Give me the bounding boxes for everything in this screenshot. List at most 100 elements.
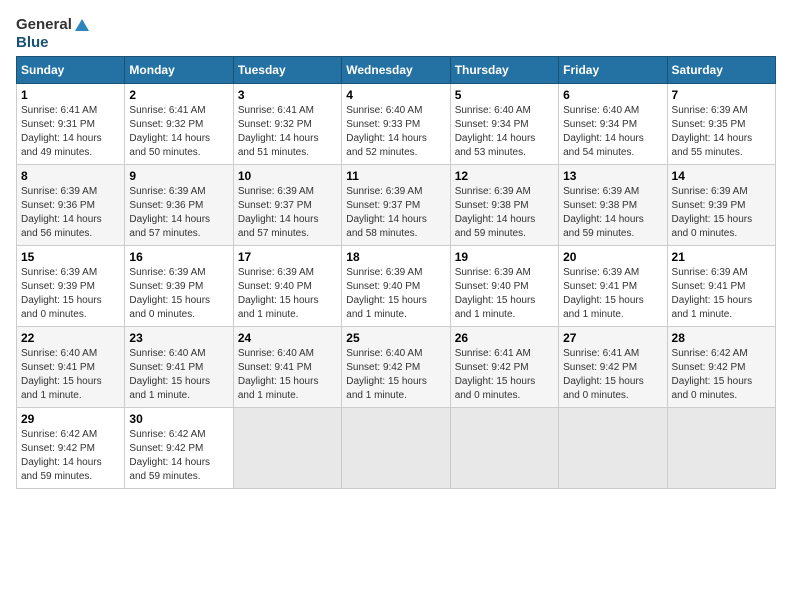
day-number: 2 <box>129 88 228 102</box>
day-info: Sunrise: 6:39 AMSunset: 9:37 PMDaylight:… <box>346 186 427 239</box>
calendar-cell: 8 Sunrise: 6:39 AMSunset: 9:36 PMDayligh… <box>17 165 125 246</box>
day-info: Sunrise: 6:42 AMSunset: 9:42 PMDaylight:… <box>672 348 753 401</box>
calendar-cell: 18 Sunrise: 6:39 AMSunset: 9:40 PMDaylig… <box>342 246 450 327</box>
col-header-monday: Monday <box>125 57 233 84</box>
calendar-week-row: 22 Sunrise: 6:40 AMSunset: 9:41 PMDaylig… <box>17 327 776 408</box>
day-info: Sunrise: 6:40 AMSunset: 9:42 PMDaylight:… <box>346 348 427 401</box>
calendar-cell: 29 Sunrise: 6:42 AMSunset: 9:42 PMDaylig… <box>17 408 125 489</box>
day-info: Sunrise: 6:40 AMSunset: 9:34 PMDaylight:… <box>455 105 536 158</box>
calendar-cell: 30 Sunrise: 6:42 AMSunset: 9:42 PMDaylig… <box>125 408 233 489</box>
day-number: 22 <box>21 331 120 345</box>
day-number: 17 <box>238 250 337 264</box>
calendar-cell: 12 Sunrise: 6:39 AMSunset: 9:38 PMDaylig… <box>450 165 558 246</box>
day-number: 7 <box>672 88 771 102</box>
day-number: 30 <box>129 412 228 426</box>
logo: General Blue <box>16 16 90 52</box>
day-number: 9 <box>129 169 228 183</box>
day-info: Sunrise: 6:40 AMSunset: 9:41 PMDaylight:… <box>21 348 102 401</box>
calendar-cell: 13 Sunrise: 6:39 AMSunset: 9:38 PMDaylig… <box>559 165 667 246</box>
logo-blue: Blue <box>16 34 90 52</box>
day-number: 11 <box>346 169 445 183</box>
logo-triangle-icon <box>74 17 90 33</box>
day-info: Sunrise: 6:39 AMSunset: 9:38 PMDaylight:… <box>455 186 536 239</box>
day-number: 18 <box>346 250 445 264</box>
calendar-cell: 15 Sunrise: 6:39 AMSunset: 9:39 PMDaylig… <box>17 246 125 327</box>
day-number: 6 <box>563 88 662 102</box>
calendar-cell: 4 Sunrise: 6:40 AMSunset: 9:33 PMDayligh… <box>342 84 450 165</box>
col-header-sunday: Sunday <box>17 57 125 84</box>
calendar-cell <box>342 408 450 489</box>
calendar-cell <box>450 408 558 489</box>
day-info: Sunrise: 6:39 AMSunset: 9:39 PMDaylight:… <box>21 267 102 320</box>
day-info: Sunrise: 6:40 AMSunset: 9:34 PMDaylight:… <box>563 105 644 158</box>
day-number: 25 <box>346 331 445 345</box>
day-number: 1 <box>21 88 120 102</box>
day-info: Sunrise: 6:39 AMSunset: 9:38 PMDaylight:… <box>563 186 644 239</box>
day-info: Sunrise: 6:42 AMSunset: 9:42 PMDaylight:… <box>21 429 102 482</box>
day-info: Sunrise: 6:39 AMSunset: 9:37 PMDaylight:… <box>238 186 319 239</box>
day-number: 10 <box>238 169 337 183</box>
day-number: 4 <box>346 88 445 102</box>
calendar-cell <box>559 408 667 489</box>
col-header-tuesday: Tuesday <box>233 57 341 84</box>
calendar-cell: 27 Sunrise: 6:41 AMSunset: 9:42 PMDaylig… <box>559 327 667 408</box>
calendar-cell: 11 Sunrise: 6:39 AMSunset: 9:37 PMDaylig… <box>342 165 450 246</box>
calendar-cell: 25 Sunrise: 6:40 AMSunset: 9:42 PMDaylig… <box>342 327 450 408</box>
day-info: Sunrise: 6:41 AMSunset: 9:42 PMDaylight:… <box>455 348 536 401</box>
calendar-week-row: 8 Sunrise: 6:39 AMSunset: 9:36 PMDayligh… <box>17 165 776 246</box>
day-info: Sunrise: 6:39 AMSunset: 9:41 PMDaylight:… <box>563 267 644 320</box>
day-number: 20 <box>563 250 662 264</box>
day-number: 21 <box>672 250 771 264</box>
day-number: 23 <box>129 331 228 345</box>
day-info: Sunrise: 6:39 AMSunset: 9:36 PMDaylight:… <box>21 186 102 239</box>
day-number: 24 <box>238 331 337 345</box>
calendar-cell: 17 Sunrise: 6:39 AMSunset: 9:40 PMDaylig… <box>233 246 341 327</box>
calendar-week-row: 29 Sunrise: 6:42 AMSunset: 9:42 PMDaylig… <box>17 408 776 489</box>
calendar-cell: 5 Sunrise: 6:40 AMSunset: 9:34 PMDayligh… <box>450 84 558 165</box>
logo-general: General <box>16 16 72 34</box>
col-header-friday: Friday <box>559 57 667 84</box>
day-number: 13 <box>563 169 662 183</box>
calendar-cell: 19 Sunrise: 6:39 AMSunset: 9:40 PMDaylig… <box>450 246 558 327</box>
calendar-cell: 6 Sunrise: 6:40 AMSunset: 9:34 PMDayligh… <box>559 84 667 165</box>
calendar-cell: 2 Sunrise: 6:41 AMSunset: 9:32 PMDayligh… <box>125 84 233 165</box>
calendar-cell: 24 Sunrise: 6:40 AMSunset: 9:41 PMDaylig… <box>233 327 341 408</box>
col-header-wednesday: Wednesday <box>342 57 450 84</box>
day-number: 14 <box>672 169 771 183</box>
day-number: 3 <box>238 88 337 102</box>
calendar-cell <box>233 408 341 489</box>
calendar-week-row: 1 Sunrise: 6:41 AMSunset: 9:31 PMDayligh… <box>17 84 776 165</box>
calendar-header-row: SundayMondayTuesdayWednesdayThursdayFrid… <box>17 57 776 84</box>
day-info: Sunrise: 6:39 AMSunset: 9:39 PMDaylight:… <box>672 186 753 239</box>
day-info: Sunrise: 6:41 AMSunset: 9:31 PMDaylight:… <box>21 105 102 158</box>
calendar-cell: 7 Sunrise: 6:39 AMSunset: 9:35 PMDayligh… <box>667 84 775 165</box>
calendar-cell: 3 Sunrise: 6:41 AMSunset: 9:32 PMDayligh… <box>233 84 341 165</box>
day-number: 28 <box>672 331 771 345</box>
day-info: Sunrise: 6:39 AMSunset: 9:40 PMDaylight:… <box>346 267 427 320</box>
day-info: Sunrise: 6:40 AMSunset: 9:33 PMDaylight:… <box>346 105 427 158</box>
day-info: Sunrise: 6:41 AMSunset: 9:32 PMDaylight:… <box>129 105 210 158</box>
calendar-table: SundayMondayTuesdayWednesdayThursdayFrid… <box>16 56 776 489</box>
calendar-cell: 21 Sunrise: 6:39 AMSunset: 9:41 PMDaylig… <box>667 246 775 327</box>
calendar-cell: 23 Sunrise: 6:40 AMSunset: 9:41 PMDaylig… <box>125 327 233 408</box>
calendar-cell: 20 Sunrise: 6:39 AMSunset: 9:41 PMDaylig… <box>559 246 667 327</box>
calendar-week-row: 15 Sunrise: 6:39 AMSunset: 9:39 PMDaylig… <box>17 246 776 327</box>
col-header-thursday: Thursday <box>450 57 558 84</box>
day-info: Sunrise: 6:39 AMSunset: 9:41 PMDaylight:… <box>672 267 753 320</box>
day-number: 19 <box>455 250 554 264</box>
day-info: Sunrise: 6:39 AMSunset: 9:35 PMDaylight:… <box>672 105 753 158</box>
calendar-cell: 14 Sunrise: 6:39 AMSunset: 9:39 PMDaylig… <box>667 165 775 246</box>
day-info: Sunrise: 6:39 AMSunset: 9:39 PMDaylight:… <box>129 267 210 320</box>
day-number: 27 <box>563 331 662 345</box>
day-info: Sunrise: 6:42 AMSunset: 9:42 PMDaylight:… <box>129 429 210 482</box>
day-number: 29 <box>21 412 120 426</box>
calendar-cell: 28 Sunrise: 6:42 AMSunset: 9:42 PMDaylig… <box>667 327 775 408</box>
calendar-cell <box>667 408 775 489</box>
header: General Blue <box>16 16 776 52</box>
day-info: Sunrise: 6:41 AMSunset: 9:32 PMDaylight:… <box>238 105 319 158</box>
calendar-cell: 9 Sunrise: 6:39 AMSunset: 9:36 PMDayligh… <box>125 165 233 246</box>
calendar-cell: 22 Sunrise: 6:40 AMSunset: 9:41 PMDaylig… <box>17 327 125 408</box>
day-number: 8 <box>21 169 120 183</box>
day-number: 15 <box>21 250 120 264</box>
day-info: Sunrise: 6:39 AMSunset: 9:40 PMDaylight:… <box>238 267 319 320</box>
